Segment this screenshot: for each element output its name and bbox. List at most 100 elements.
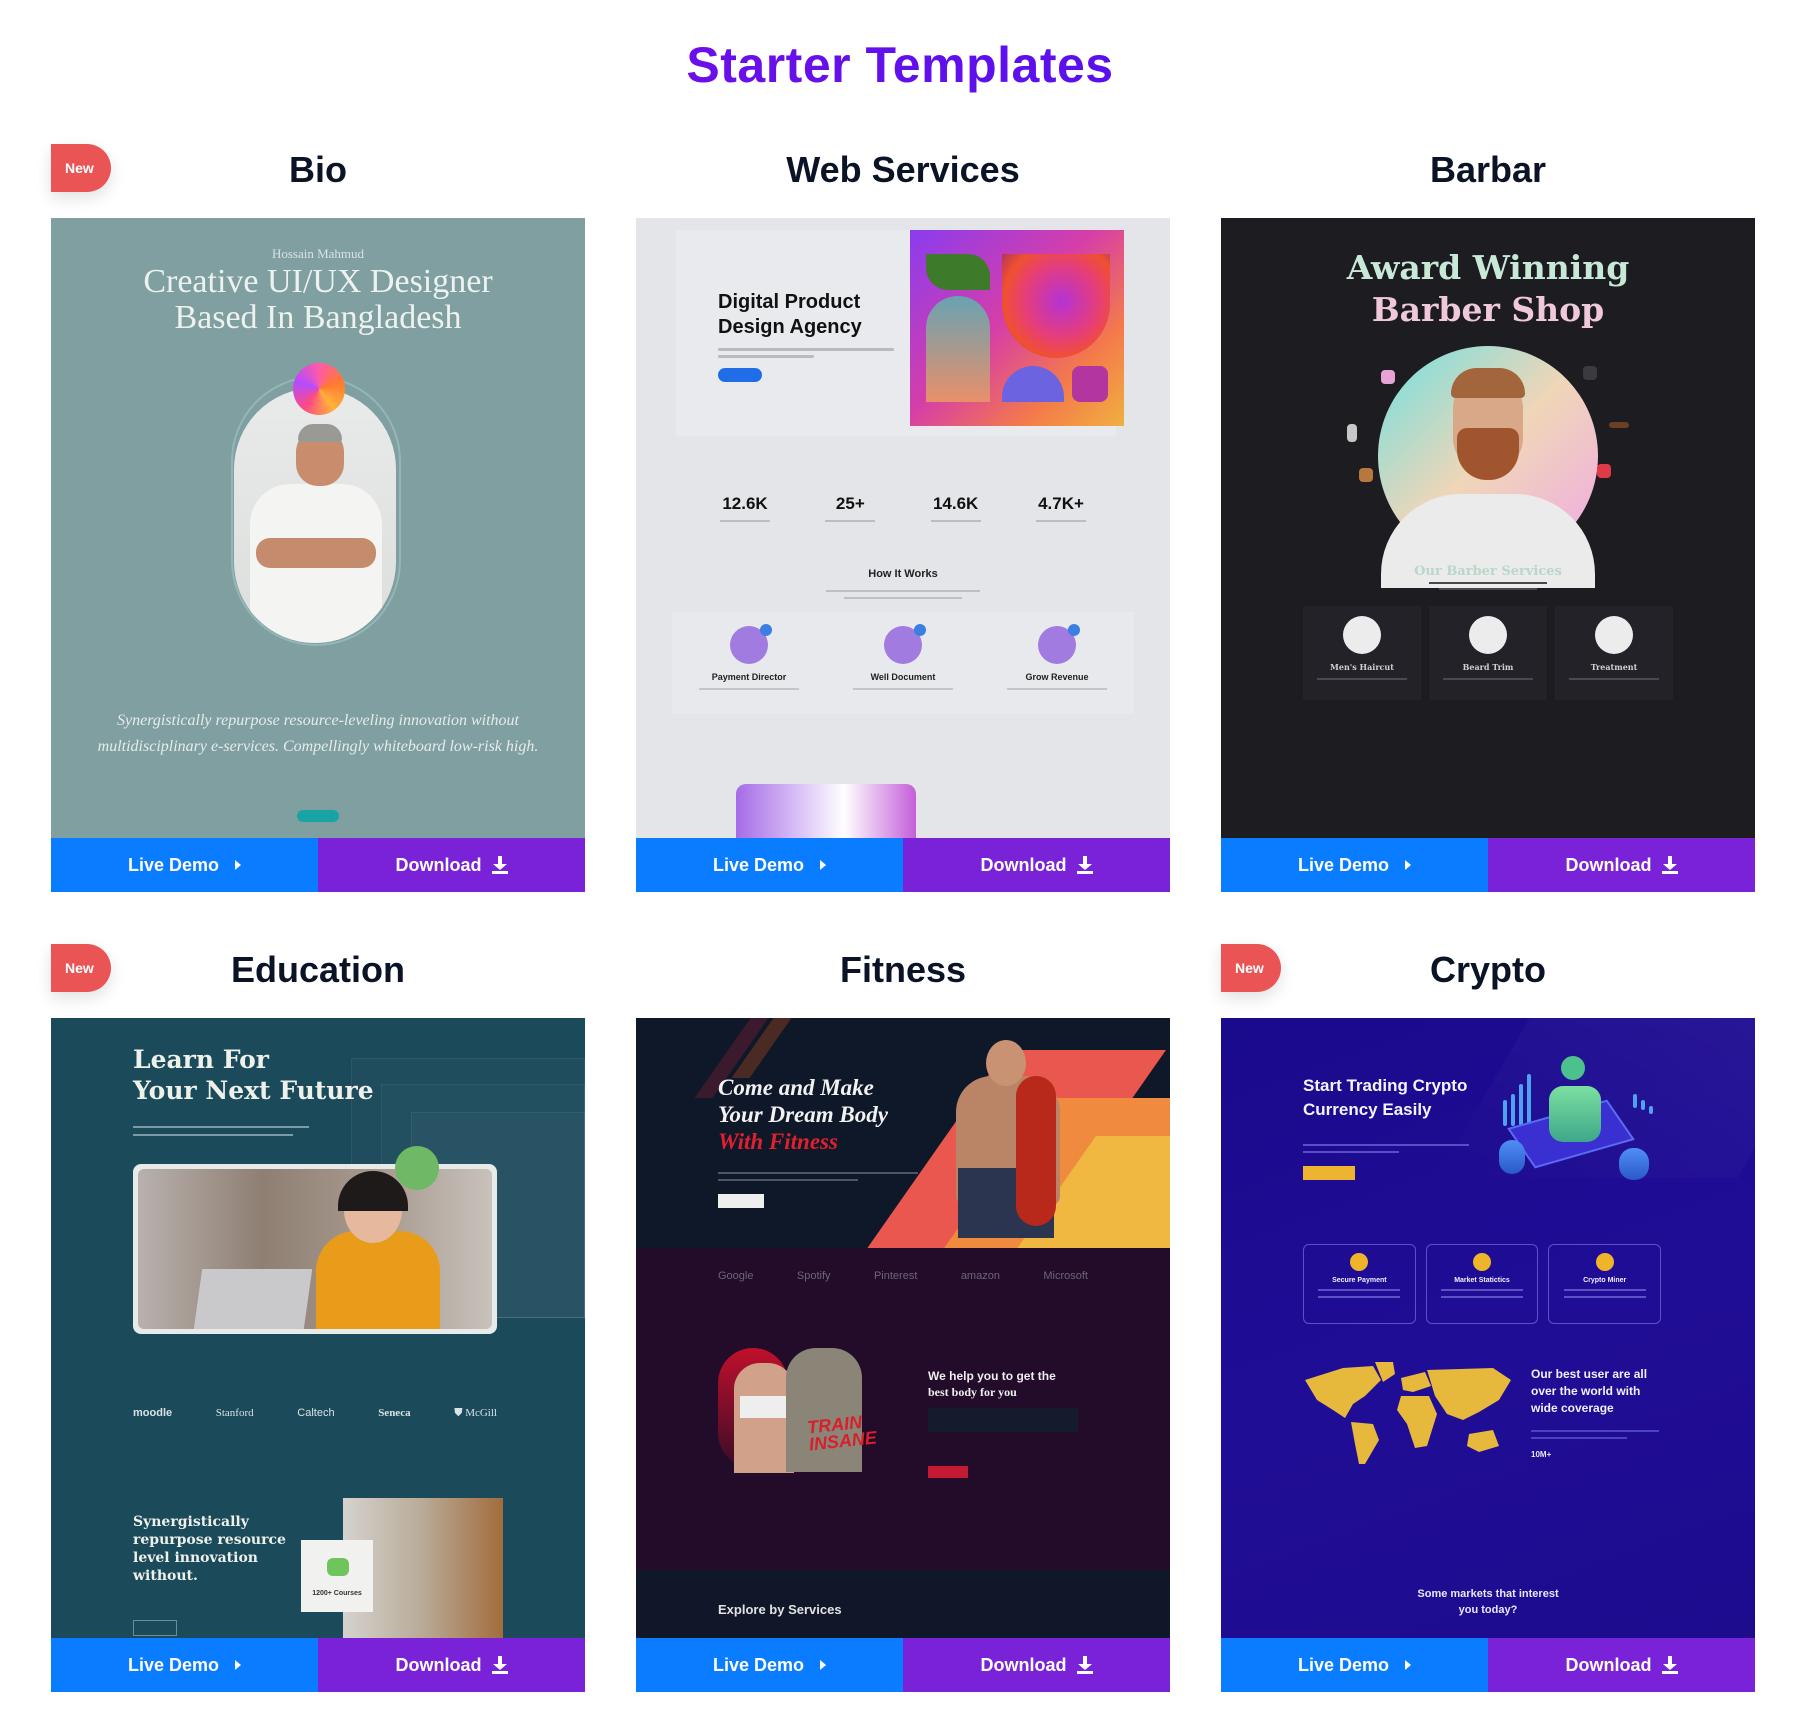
card-actions: Live Demo Download xyxy=(636,838,1170,892)
coin-stack-icon xyxy=(1619,1148,1649,1180)
live-demo-button[interactable]: Live Demo xyxy=(1221,838,1488,892)
text-placeholder xyxy=(1439,588,1537,590)
live-demo-label: Live Demo xyxy=(127,1654,220,1675)
wallet-icon xyxy=(1350,1253,1369,1271)
trimmer-icon xyxy=(1469,616,1507,654)
template-preview[interactable]: Award Winning Barber Shop Our Barber Ser… xyxy=(1221,218,1755,840)
preview-headline: Creative UI/UX Designer Based In Banglad… xyxy=(51,264,585,336)
chart-bar xyxy=(1527,1074,1531,1126)
miner-icon xyxy=(1595,1253,1614,1271)
text-placeholder xyxy=(826,590,980,592)
headline-line: Start Trading Crypto xyxy=(1303,1076,1468,1095)
download-button[interactable]: Download xyxy=(903,838,1170,892)
text-placeholder xyxy=(1429,582,1547,584)
courses-badge: 1200+ Courses xyxy=(301,1540,373,1612)
partner-logo: ⛊ McGill xyxy=(454,1407,497,1419)
stat-value: 25+ xyxy=(835,494,865,513)
live-demo-button[interactable]: Live Demo xyxy=(1221,1638,1488,1692)
card-actions: Live Demo Download xyxy=(51,1638,585,1692)
download-icon xyxy=(491,856,508,874)
text-placeholder xyxy=(1007,688,1107,690)
feature-card: Secure Payment xyxy=(1303,1244,1416,1324)
brand-logo: amazon xyxy=(960,1270,1000,1282)
template-preview[interactable]: Hossain Mahmud Creative UI/UX Designer B… xyxy=(51,218,585,840)
step-item: Well Document xyxy=(833,612,973,714)
hairdryer-icon xyxy=(1597,464,1611,478)
student-image xyxy=(138,1169,492,1329)
continent-north-america xyxy=(1305,1366,1381,1418)
continent-africa xyxy=(1397,1396,1437,1448)
preview-cta-button xyxy=(718,1194,764,1208)
text-placeholder xyxy=(1317,678,1407,680)
text-placeholder xyxy=(1318,1289,1401,1291)
step-title: Payment Director xyxy=(711,672,787,682)
download-button[interactable]: Download xyxy=(318,1638,585,1692)
text-placeholder xyxy=(699,688,799,690)
feature-card: Crypto Miner xyxy=(1548,1244,1662,1324)
text-placeholder xyxy=(1531,1430,1659,1432)
live-demo-button[interactable]: Live Demo xyxy=(51,1638,318,1692)
chart-bar xyxy=(1649,1106,1653,1114)
shield-icon xyxy=(730,624,772,664)
person-man xyxy=(786,1348,862,1472)
document-icon xyxy=(884,624,926,664)
art-tile xyxy=(1072,366,1108,402)
text-placeholder xyxy=(1531,1437,1627,1439)
template-card-web-services: Web Services Digital Product Design Agen… xyxy=(610,110,1196,870)
live-demo-button[interactable]: Live Demo xyxy=(636,838,903,892)
text-placeholder xyxy=(844,597,962,599)
live-demo-button[interactable]: Live Demo xyxy=(636,1638,903,1692)
comb-icon xyxy=(1609,422,1629,428)
portrait-image xyxy=(234,388,396,643)
text-placeholder xyxy=(133,1134,293,1136)
template-preview[interactable]: Come and Make Your Dream Body With Fitne… xyxy=(636,1018,1170,1640)
download-button[interactable]: Download xyxy=(1488,838,1755,892)
continent-europe xyxy=(1401,1372,1431,1392)
live-demo-label: Live Demo xyxy=(127,854,220,875)
card-title: Bio xyxy=(289,149,347,190)
download-button[interactable]: Download xyxy=(1488,1638,1755,1692)
template-preview[interactable]: Learn For Your Next Future moodle Stanfo… xyxy=(51,1018,585,1640)
hero-photo xyxy=(133,1164,497,1334)
live-demo-label: Live Demo xyxy=(1297,1654,1390,1675)
step-item: Payment Director xyxy=(679,612,819,714)
art-tile xyxy=(926,254,990,290)
caret-right-icon xyxy=(1405,860,1412,870)
stats-row: 12.6K 25+ 14.6K 4.7K+ xyxy=(700,494,1106,522)
text-placeholder xyxy=(133,1126,309,1128)
stat-item: 12.6K xyxy=(700,494,790,522)
partner-logo: moodle xyxy=(133,1407,173,1419)
template-preview[interactable]: Start Trading Crypto Currency Easily Sec… xyxy=(1221,1018,1755,1640)
download-icon xyxy=(1661,856,1678,874)
step-title: Well Document xyxy=(870,672,936,682)
live-demo-button[interactable]: Live Demo xyxy=(51,838,318,892)
stat-item: 14.6K xyxy=(911,494,1001,522)
stat-label xyxy=(825,520,876,522)
service-title: Beard Trim xyxy=(1462,662,1514,672)
text-placeholder xyxy=(853,688,953,690)
live-demo-label: Live Demo xyxy=(1297,854,1390,875)
preview-headline: Award Winning xyxy=(1346,248,1630,287)
download-button[interactable]: Download xyxy=(318,838,585,892)
wallet-icon xyxy=(1038,624,1080,664)
download-label: Download xyxy=(1565,854,1652,875)
card-title: Education xyxy=(230,949,405,990)
text-placeholder xyxy=(1563,1289,1646,1291)
download-button[interactable]: Download xyxy=(903,1638,1170,1692)
person-woman xyxy=(734,1363,794,1473)
text-placeholder xyxy=(1303,1144,1469,1146)
cream-icon xyxy=(1595,616,1633,654)
cream-icon xyxy=(1381,370,1395,384)
text-placeholder xyxy=(1443,678,1533,680)
about-section xyxy=(636,1248,1170,1570)
person-top xyxy=(740,1396,786,1418)
text-placeholder xyxy=(1318,1296,1401,1298)
section-title: How It Works xyxy=(868,568,938,580)
template-preview[interactable]: Digital Product Design Agency 12.6K 25+ … xyxy=(636,218,1170,840)
download-label: Download xyxy=(980,1654,1067,1675)
feature-title: Secure Payment xyxy=(1332,1277,1387,1284)
preview-headline: Start Trading Crypto Currency Easily xyxy=(1303,1074,1467,1122)
template-card-bio: New Bio Hossain Mahmud Creative UI/UX De… xyxy=(25,110,611,870)
section-title: Our Barber Services xyxy=(1414,564,1562,579)
preview-name: Hossain Mahmud xyxy=(271,246,365,261)
